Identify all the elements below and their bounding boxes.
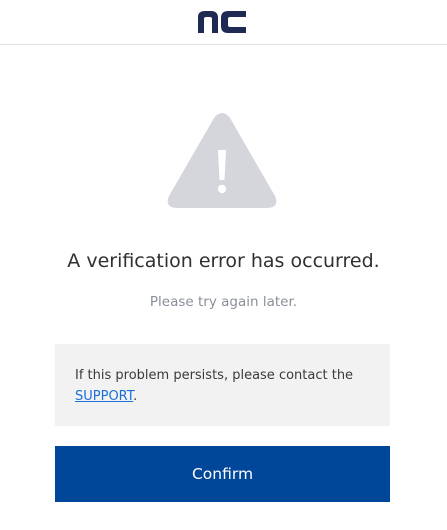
support-notice: If this problem persists, please contact… bbox=[55, 344, 390, 426]
notice-text-end: . bbox=[133, 389, 138, 404]
nc-logo-icon[interactable] bbox=[198, 11, 246, 33]
notice-text: If this problem persists, please contact… bbox=[75, 368, 354, 383]
support-link[interactable]: SUPPORT bbox=[75, 389, 133, 404]
warning-triangle-icon bbox=[167, 113, 277, 208]
confirm-button[interactable]: Confirm bbox=[55, 446, 390, 502]
header bbox=[0, 0, 447, 45]
error-subtitle: Please try again later. bbox=[149, 294, 298, 310]
error-title: A verification error has occurred. bbox=[67, 250, 380, 272]
